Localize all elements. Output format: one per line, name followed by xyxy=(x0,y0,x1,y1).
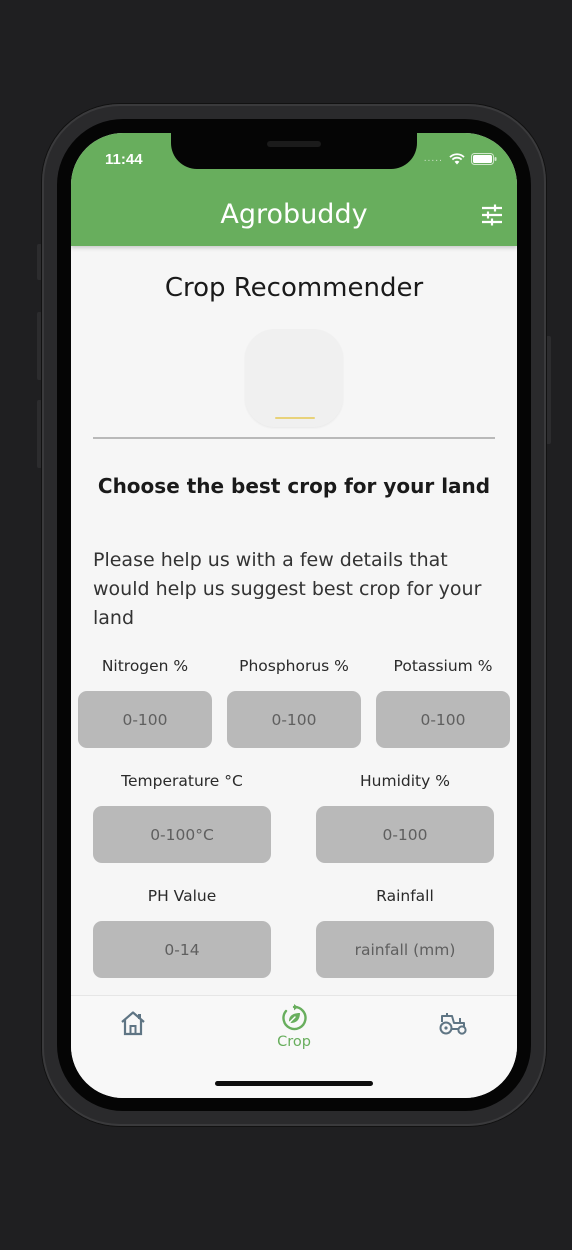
phosphorus-label: Phosphorus % xyxy=(239,657,349,675)
potassium-input[interactable]: 0-100 xyxy=(376,691,510,748)
notch-speaker xyxy=(267,141,321,147)
nav-crop-label: Crop xyxy=(277,1034,311,1050)
app-title: Agrobuddy xyxy=(220,199,368,230)
phone-screen: 11:44 ..... Agrobuddy Crop Recommender C… xyxy=(71,133,517,1098)
status-time: 11:44 xyxy=(105,151,143,168)
temperature-label: Temperature °C xyxy=(121,772,243,790)
tractor-icon xyxy=(439,1013,467,1035)
temperature-input[interactable]: 0-100°C xyxy=(93,806,271,863)
ph-input[interactable]: 0-14 xyxy=(93,921,271,978)
image-accent xyxy=(275,417,315,419)
form-description: Please help us with a few details that w… xyxy=(93,549,482,629)
home-indicator[interactable] xyxy=(215,1081,373,1086)
nav-home[interactable] xyxy=(103,1010,163,1036)
signal-icon: ..... xyxy=(423,154,443,164)
crop-image-placeholder xyxy=(245,329,343,427)
crop-refresh-icon xyxy=(282,1004,307,1031)
phosphorus-input[interactable]: 0-100 xyxy=(227,691,361,748)
device-notch xyxy=(171,133,417,169)
section-divider xyxy=(93,437,495,439)
humidity-label: Humidity % xyxy=(360,772,450,790)
app-header: 11:44 ..... Agrobuddy xyxy=(71,133,517,246)
humidity-input[interactable]: 0-100 xyxy=(316,806,494,863)
power-button xyxy=(546,336,551,444)
rainfall-label: Rainfall xyxy=(376,887,434,905)
battery-icon xyxy=(471,153,497,165)
potassium-label: Potassium % xyxy=(393,657,493,675)
nitrogen-label: Nitrogen % xyxy=(101,657,189,675)
nav-crop[interactable]: Crop xyxy=(264,1004,324,1050)
section-subtitle: Choose the best crop for your land xyxy=(97,474,491,498)
rainfall-input[interactable]: rainfall (mm) xyxy=(316,921,494,978)
ph-label: PH Value xyxy=(147,887,217,905)
nav-tractor[interactable] xyxy=(423,1012,483,1036)
wifi-icon xyxy=(449,153,465,165)
page-title: Crop Recommender xyxy=(164,273,424,303)
home-icon xyxy=(121,1011,145,1036)
tune-icon[interactable] xyxy=(481,204,503,226)
nitrogen-input[interactable]: 0-100 xyxy=(78,691,212,748)
status-icons: ..... xyxy=(424,153,497,165)
